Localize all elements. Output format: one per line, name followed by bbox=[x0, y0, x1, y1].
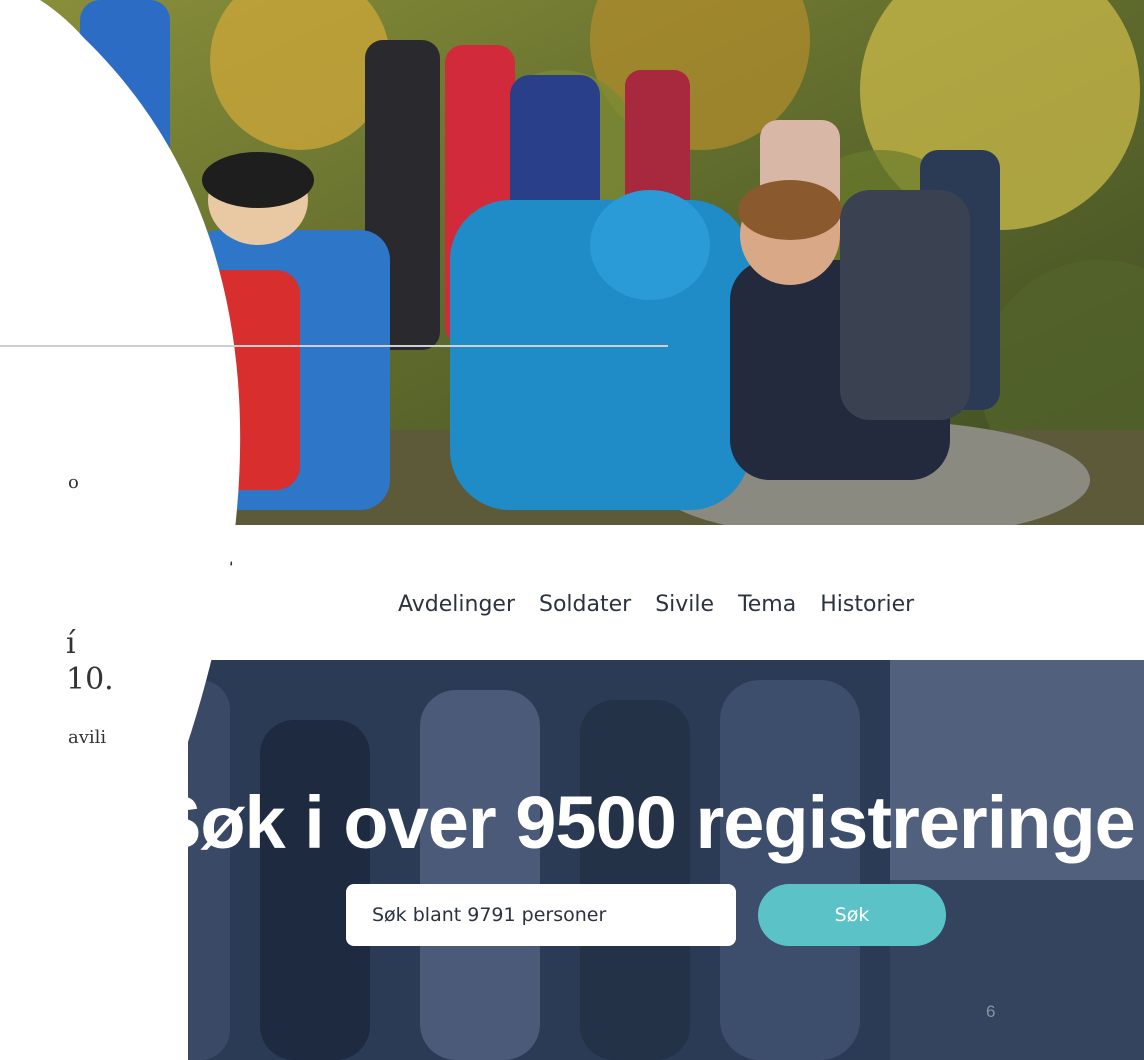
slide-text-fragment: o bbox=[68, 472, 79, 493]
slide-text-fragment: avili bbox=[68, 727, 107, 748]
slide-arc-mask bbox=[0, 0, 191, 1060]
slide-text-fragment: 10. bbox=[66, 662, 114, 697]
slide-page-number: 6 bbox=[986, 1002, 996, 1021]
divider-line bbox=[0, 345, 668, 347]
slide-text-fragment: í bbox=[66, 626, 76, 661]
